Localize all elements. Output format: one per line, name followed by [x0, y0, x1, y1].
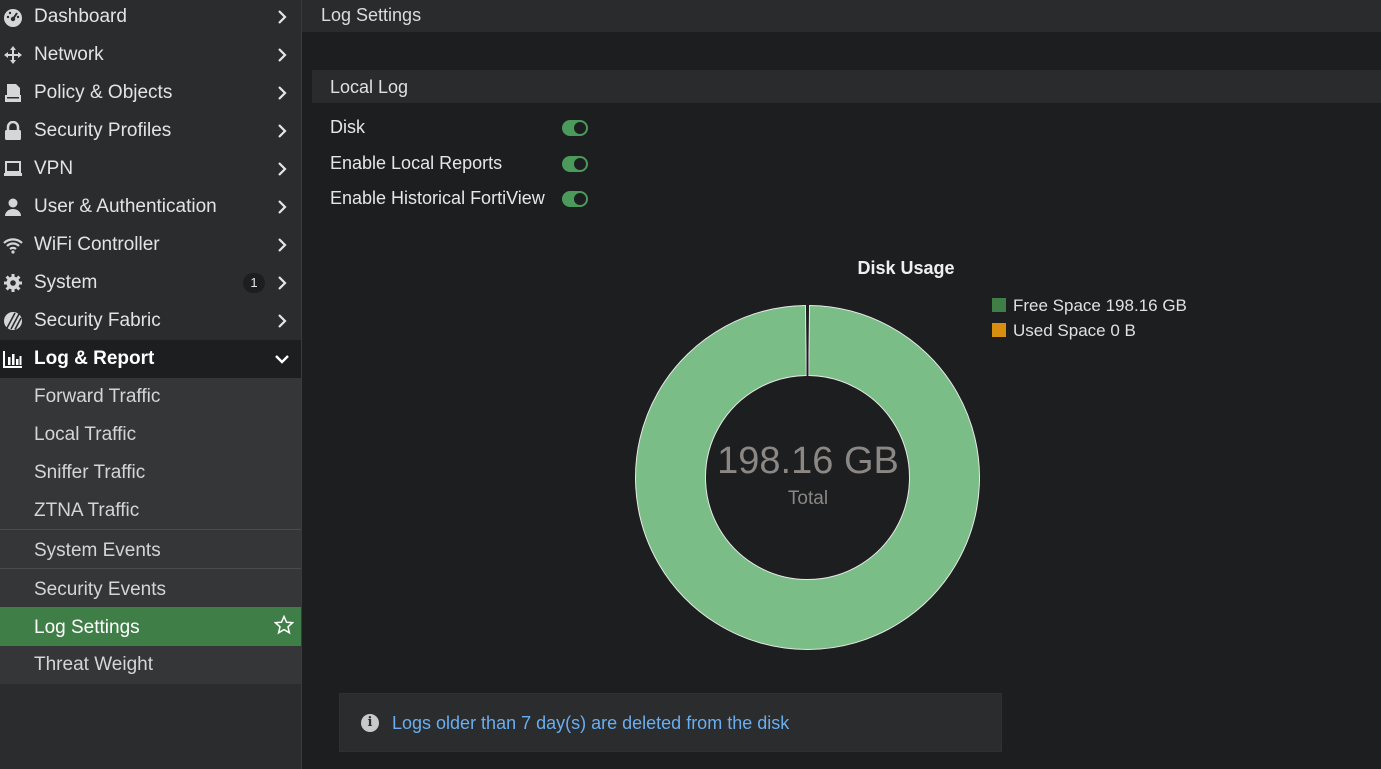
chevron-right-icon [278, 10, 287, 24]
sidebar-item-label: Dashboard [34, 6, 127, 27]
sidebar-item-log-report[interactable]: Log & Report [0, 340, 301, 378]
disk-toggle[interactable] [562, 120, 588, 136]
sidebar-subitem-system-events[interactable]: System Events [0, 529, 301, 569]
wifi-icon [3, 235, 23, 255]
chevron-right-icon [278, 162, 287, 176]
section-title: Local Log [330, 77, 409, 97]
sidebar-subitem-log-settings[interactable]: Log Settings [0, 607, 301, 646]
local-reports-toggle[interactable] [562, 156, 588, 172]
chevron-right-icon [278, 124, 287, 138]
sidebar-subitem-label: Log Settings [34, 617, 140, 638]
info-message: Logs older than 7 day(s) are deleted fro… [392, 713, 790, 733]
chevron-right-icon [278, 200, 287, 214]
star-icon[interactable] [274, 615, 294, 635]
setting-local-reports: Enable Local Reports [330, 150, 630, 180]
legend-label: Used Space 0 B [1013, 321, 1136, 340]
sidebar-subitem-threat-weight[interactable]: Threat Weight [0, 646, 301, 684]
sidebar-subitem-security-events[interactable]: Security Events [0, 568, 301, 608]
fabric-icon [3, 311, 23, 331]
sidebar-item-network[interactable]: Network [0, 36, 301, 74]
sidebar-subitem-local-traffic[interactable]: Local Traffic [0, 416, 301, 454]
page-header: Log Settings [302, 0, 1381, 32]
sidebar-item-security-profiles[interactable]: Security Profiles [0, 112, 301, 150]
sidebar-subitem-label: Forward Traffic [34, 386, 161, 407]
toggle-knob [574, 122, 586, 134]
chart-icon [3, 349, 23, 369]
chart-center-label: Total [787, 488, 829, 509]
section-header-local-log: Local Log [312, 70, 1381, 103]
sidebar-subitem-forward-traffic[interactable]: Forward Traffic [0, 378, 301, 416]
sidebar-item-label: Policy & Objects [34, 82, 173, 103]
info-message-box: i Logs older than 7 day(s) are deleted f… [339, 693, 1002, 752]
sidebar-item-wifi-controller[interactable]: WiFi Controller [0, 226, 301, 264]
sidebar-item-user-authentication[interactable]: User & Authentication [0, 188, 301, 226]
sidebar-subitem-label: ZTNA Traffic [34, 500, 140, 521]
sidebar-subitem-label: Sniffer Traffic [34, 462, 146, 483]
sidebar-item-label: Security Fabric [34, 310, 161, 331]
historical-fortiview-toggle[interactable] [562, 191, 588, 207]
setting-historical-fortiview: Enable Historical FortiView [330, 185, 630, 215]
sidebar-item-label: WiFi Controller [34, 234, 160, 255]
laptop-icon [3, 159, 23, 179]
chart-center-value: 198.16 GB [717, 440, 899, 482]
sidebar-item-label: Security Profiles [34, 120, 172, 141]
setting-disk: Disk [330, 114, 630, 144]
page-title: Log Settings [321, 5, 422, 25]
toggle-knob [574, 193, 586, 205]
sidebar-subitem-label: Local Traffic [34, 424, 137, 445]
policy-icon [3, 83, 23, 103]
sidebar-item-label: System [34, 272, 98, 293]
sidebar-subitem-label: Threat Weight [34, 654, 153, 675]
legend-swatch [992, 298, 1006, 312]
sidebar-item-label: VPN [34, 158, 74, 179]
sidebar-item-policy-objects[interactable]: Policy & Objects [0, 74, 301, 112]
legend-label: Free Space 198.16 GB [1013, 296, 1187, 315]
sidebar-item-label: User & Authentication [34, 196, 217, 217]
lock-icon [3, 121, 23, 141]
chevron-right-icon [278, 276, 287, 290]
setting-label: Enable Historical FortiView [330, 188, 545, 208]
notification-badge: 1 [243, 273, 265, 293]
chevron-right-icon [278, 86, 287, 100]
chart-title: Disk Usage [857, 258, 955, 278]
sidebar-subitem-ztna-traffic[interactable]: ZTNA Traffic [0, 492, 301, 530]
sidebar-item-security-fabric[interactable]: Security Fabric [0, 302, 301, 340]
info-icon: i [361, 714, 379, 732]
sidebar-item-system[interactable]: System 1 [0, 264, 301, 302]
sidebar-subitem-label: Security Events [34, 579, 166, 600]
toggle-knob [574, 158, 586, 170]
sidebar-subitem-label: System Events [34, 540, 161, 561]
setting-label: Enable Local Reports [330, 153, 503, 173]
sidebar-item-dashboard[interactable]: Dashboard [0, 0, 301, 36]
network-icon [3, 45, 23, 65]
chevron-right-icon [278, 48, 287, 62]
gear-icon [3, 273, 23, 293]
legend-swatch [992, 323, 1006, 337]
chevron-right-icon [278, 238, 287, 252]
sidebar-item-label: Network [34, 44, 104, 65]
sidebar-item-vpn[interactable]: VPN [0, 150, 301, 188]
user-icon [3, 197, 23, 217]
chevron-right-icon [278, 314, 287, 328]
sidebar: Dashboard Network Policy & Objects Secur… [0, 0, 302, 769]
chevron-down-icon [275, 355, 289, 364]
dashboard-icon [3, 7, 23, 27]
sidebar-item-label: Log & Report [34, 348, 155, 369]
sidebar-subitem-sniffer-traffic[interactable]: Sniffer Traffic [0, 454, 301, 492]
setting-label: Disk [330, 117, 365, 137]
